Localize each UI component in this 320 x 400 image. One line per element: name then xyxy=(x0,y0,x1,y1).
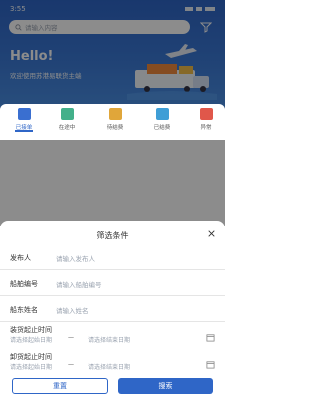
unloading-date-range[interactable]: 请选择起始日期 — 请选择结束日期 xyxy=(10,360,215,374)
date-separator: — xyxy=(68,334,74,341)
tab-label: 待结费 xyxy=(106,125,124,131)
search-button[interactable]: 搜索 xyxy=(118,378,213,394)
ship-number-field[interactable]: 船舶编号 请输入船舶编号 xyxy=(0,271,225,296)
owner-name-input[interactable]: 请输入姓名 xyxy=(56,305,89,315)
ship-number-input[interactable]: 请输入船舶编号 xyxy=(56,279,102,289)
reset-button[interactable]: 重置 xyxy=(12,378,108,394)
filter-sheet: 筛选条件 发布人 请输入发布人 船舶编号 请输入船舶编号 船东姓名 请输入姓名 … xyxy=(0,221,225,400)
field-label: 船东姓名 xyxy=(10,306,38,314)
loading-date-range[interactable]: 请选择起始日期 — 请选择结束日期 xyxy=(10,333,215,347)
publisher-input[interactable]: 请输入发布人 xyxy=(56,253,95,263)
tab-label: 已结费 xyxy=(153,125,171,131)
tab-label: 在途中 xyxy=(58,125,76,131)
date-separator: — xyxy=(68,361,74,368)
unloading-start-date[interactable]: 请选择起始日期 xyxy=(10,362,52,371)
receipt-icon xyxy=(155,108,169,120)
tab-in-transit[interactable]: 在途中 xyxy=(49,108,85,131)
field-label: 船舶编号 xyxy=(10,280,38,288)
close-button[interactable] xyxy=(205,227,217,239)
truck-icon xyxy=(17,108,31,120)
calendar-icon[interactable] xyxy=(206,333,215,342)
ship-icon xyxy=(60,108,74,120)
owner-name-field[interactable]: 船东姓名 请输入姓名 xyxy=(0,297,225,322)
tab-settled[interactable]: 已结费 xyxy=(144,108,180,131)
sheet-title: 筛选条件 xyxy=(96,231,129,240)
tab-accepted[interactable]: 已接单 xyxy=(6,108,42,131)
unloading-time-label: 卸货起止时间 xyxy=(10,353,52,361)
tab-pending-settlement[interactable]: 待结费 xyxy=(97,108,133,131)
tab-exception[interactable]: 异常 xyxy=(188,108,224,131)
dim-overlay[interactable] xyxy=(0,140,225,226)
field-label: 发布人 xyxy=(10,254,31,262)
tab-active-indicator xyxy=(15,130,33,132)
loading-start-date[interactable]: 请选择起始日期 xyxy=(10,335,52,344)
publisher-field[interactable]: 发布人 请输入发布人 xyxy=(0,245,225,270)
unloading-end-date[interactable]: 请选择结束日期 xyxy=(88,362,130,371)
loading-end-date[interactable]: 请选择结束日期 xyxy=(88,335,130,344)
invoice-icon xyxy=(108,108,122,120)
tab-label: 异常 xyxy=(200,125,212,131)
close-icon xyxy=(207,229,215,237)
calendar-icon[interactable] xyxy=(206,360,215,369)
loading-time-label: 装货起止时间 xyxy=(10,326,52,334)
status-tabs: 已接单 在途中 待结费 已结费 异常 xyxy=(0,104,225,140)
warning-icon xyxy=(199,108,213,120)
